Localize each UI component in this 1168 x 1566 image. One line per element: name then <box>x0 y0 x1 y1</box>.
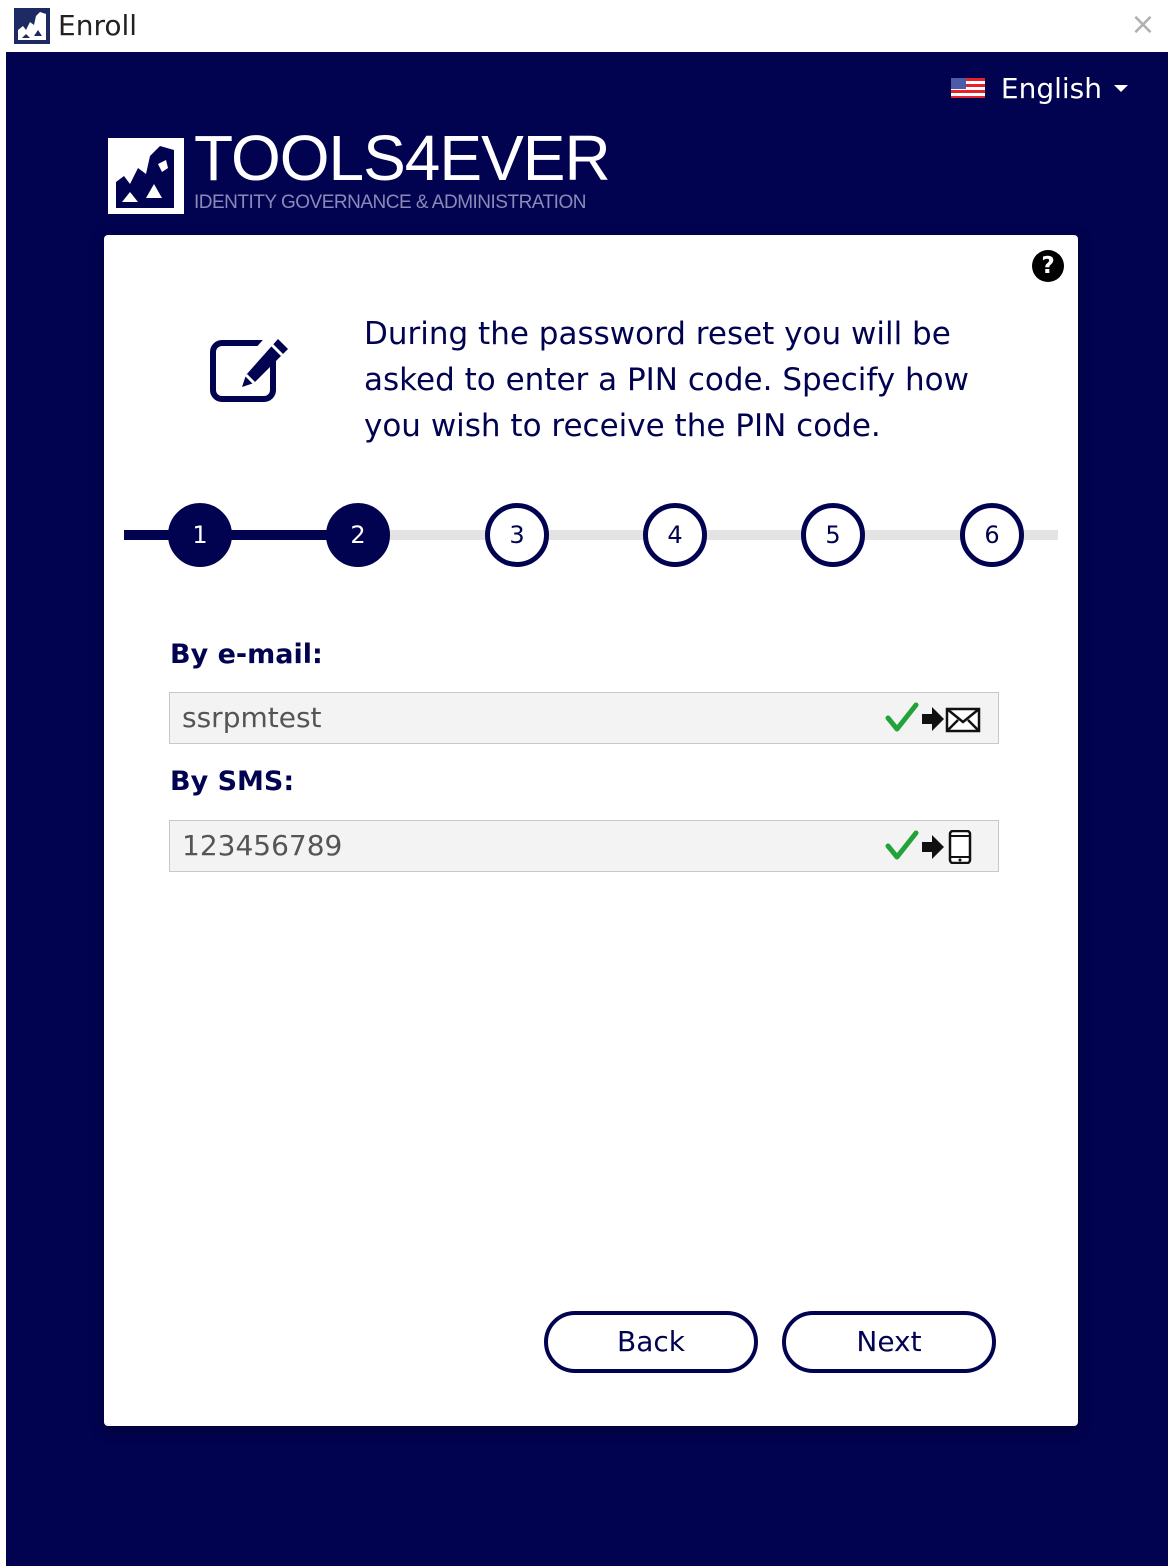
step-6: 6 <box>960 503 1024 567</box>
caret-down-icon <box>1114 84 1128 92</box>
progress-steps: 1 2 3 4 5 6 <box>124 503 1058 573</box>
intro-text: During the password reset you will be as… <box>364 316 969 444</box>
next-button[interactable]: Next <box>782 1311 996 1373</box>
window-title: Enroll <box>58 9 138 42</box>
sms-field-icons <box>885 830 972 864</box>
step-1: 1 <box>168 503 232 567</box>
close-button[interactable]: × <box>1128 10 1158 40</box>
check-icon <box>885 830 919 860</box>
sms-field[interactable]: 123456789 <box>169 820 999 872</box>
tools4ever-logo-icon <box>108 138 184 214</box>
enroll-card: ? During the password reset you will be … <box>104 235 1078 1426</box>
brand-logo: TOOLS4EVER IDENTITY GOVERNANCE & ADMINIS… <box>108 126 628 218</box>
brand-name: TOOLS4EVER <box>194 122 611 194</box>
check-icon <box>885 702 919 732</box>
us-flag-icon <box>950 78 985 98</box>
app-icon <box>14 8 50 44</box>
sms-label: By SMS: <box>170 766 295 797</box>
send-email-icon <box>922 707 981 733</box>
sms-field-value: 123456789 <box>182 829 343 862</box>
email-label: By e-mail: <box>170 639 323 670</box>
help-icon[interactable]: ? <box>1032 250 1064 282</box>
step-4: 4 <box>643 503 707 567</box>
title-bar: Enroll × <box>0 0 1168 52</box>
email-field[interactable]: ssrpmtest <box>169 692 999 744</box>
step-5: 5 <box>801 503 865 567</box>
back-button[interactable]: Back <box>544 1311 758 1373</box>
step-3: 3 <box>485 503 549 567</box>
email-field-icons <box>885 702 981 733</box>
email-field-value: ssrpmtest <box>182 701 322 734</box>
brand-tagline: IDENTITY GOVERNANCE & ADMINISTRATION <box>194 192 586 213</box>
language-label: English <box>1000 71 1102 105</box>
language-selector[interactable]: English <box>950 70 1128 106</box>
step-2: 2 <box>326 503 390 567</box>
edit-icon <box>210 335 288 402</box>
send-sms-icon <box>922 830 972 864</box>
